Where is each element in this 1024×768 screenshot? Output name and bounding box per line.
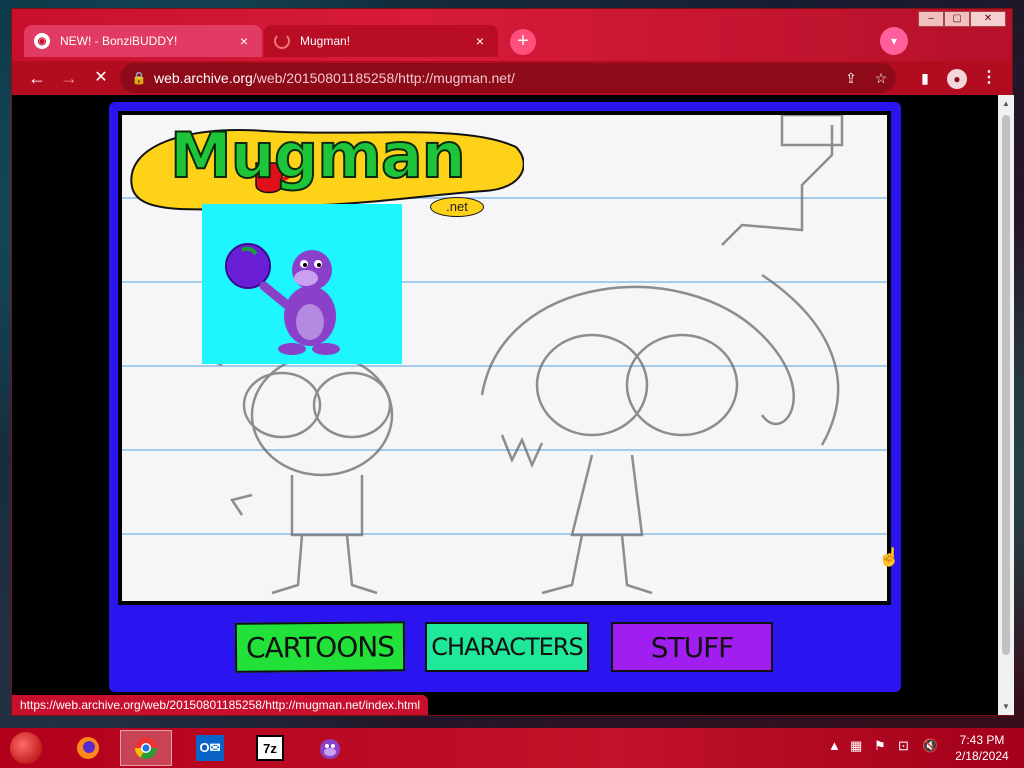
logo-net-badge: .net: [430, 197, 484, 217]
outlook-icon[interactable]: O✉: [184, 730, 236, 766]
taskbar: O✉ 7z ▲ ▦ ⚑ ⊡ 🔇 7:43 PM 2/18/2024: [0, 728, 1024, 768]
side-panel-icon[interactable]: ▮: [912, 65, 938, 91]
tab-search-chevron-icon[interactable]: ▾: [880, 27, 908, 55]
tab-bonzibuddy[interactable]: ◉ NEW! - BonziBUDDY! ×: [24, 25, 262, 57]
sketch-paper-background: Mugman .net: [118, 111, 891, 605]
profile-avatar-icon[interactable]: ●: [944, 65, 970, 91]
network-drive-icon[interactable]: ▦: [850, 738, 862, 754]
tab-strip: ◉ NEW! - BonziBUDDY! × Mugman! × + ▾ – ▢…: [12, 9, 1012, 61]
maximize-button[interactable]: ▢: [944, 11, 970, 27]
new-tab-button[interactable]: +: [510, 29, 536, 55]
scroll-up-arrow-icon[interactable]: ▲: [998, 99, 1014, 108]
page-viewport: Mugman .net CARTOONS CHARACTERS STUFF ☝: [12, 95, 998, 715]
bonzibuddy-icon[interactable]: [304, 730, 356, 766]
scroll-down-arrow-icon[interactable]: ▼: [998, 702, 1014, 711]
nav-characters-button[interactable]: CHARACTERS: [425, 622, 589, 672]
address-bar[interactable]: 🔒 web.archive.org/web/20150801185258/htt…: [120, 63, 896, 93]
close-window-button[interactable]: ✕: [970, 11, 1006, 27]
chrome-icon[interactable]: [120, 730, 172, 766]
back-arrow-icon[interactable]: ←: [24, 65, 50, 91]
clock-time: 7:43 PM: [959, 733, 1005, 747]
start-button-icon[interactable]: [10, 732, 42, 764]
loading-spinner-icon: [274, 33, 290, 49]
browser-window: ◉ NEW! - BonziBUDDY! × Mugman! × + ▾ – ▢…: [11, 8, 1014, 716]
bonzibuddy-image[interactable]: [202, 204, 402, 364]
tab-title: NEW! - BonziBUDDY!: [60, 34, 178, 48]
firefox-icon[interactable]: [62, 730, 114, 766]
bookmark-star-icon[interactable]: ☆: [866, 70, 896, 87]
system-clock[interactable]: 7:43 PM 2/18/2024: [948, 732, 1016, 764]
forward-arrow-icon[interactable]: →: [56, 65, 82, 91]
network-icon[interactable]: ⊡: [898, 738, 909, 754]
volume-muted-icon[interactable]: 🔇: [922, 738, 938, 754]
vertical-scrollbar[interactable]: ▲ ▼: [998, 95, 1014, 715]
url-host: web.archive.org: [154, 70, 253, 86]
kebab-menu-icon[interactable]: ⋮: [976, 65, 1002, 91]
url-path: /web/20150801185258/http://mugman.net/: [252, 70, 515, 86]
tab-mugman[interactable]: Mugman! ×: [264, 25, 498, 57]
tab-title: Mugman!: [300, 34, 351, 48]
clock-date: 2/18/2024: [955, 749, 1009, 763]
bonzibuddy-gorilla-icon: [225, 243, 340, 355]
browser-toolbar: ← → ✕ 🔒 web.archive.org/web/201508011852…: [12, 61, 1012, 95]
logo-text: Mugman: [169, 118, 467, 193]
stop-loading-icon[interactable]: ✕: [88, 65, 114, 91]
minimize-button[interactable]: –: [918, 11, 944, 27]
globe-icon: ◉: [34, 33, 50, 49]
mugman-logo[interactable]: Mugman .net: [124, 117, 524, 217]
7zip-icon[interactable]: 7z: [244, 730, 296, 766]
mugman-site-frame: Mugman .net CARTOONS CHARACTERS STUFF: [109, 102, 901, 692]
link-status-bar: https://web.archive.org/web/201508011852…: [12, 695, 429, 715]
url-text[interactable]: web.archive.org/web/20150801185258/http:…: [154, 70, 836, 86]
lock-icon[interactable]: 🔒: [124, 71, 154, 85]
nav-cartoons-button[interactable]: CARTOONS: [234, 621, 406, 673]
scrollbar-thumb[interactable]: [1002, 115, 1010, 655]
flag-icon[interactable]: ⚑: [874, 738, 886, 754]
share-icon[interactable]: ⇪: [836, 70, 866, 87]
close-tab-icon[interactable]: ×: [236, 33, 252, 49]
show-hidden-icons-chevron-icon[interactable]: ▲: [828, 738, 841, 753]
nav-stuff-button[interactable]: STUFF: [611, 622, 773, 672]
close-tab-icon[interactable]: ×: [472, 33, 488, 49]
hand-cursor-icon: ☝: [878, 547, 901, 567]
